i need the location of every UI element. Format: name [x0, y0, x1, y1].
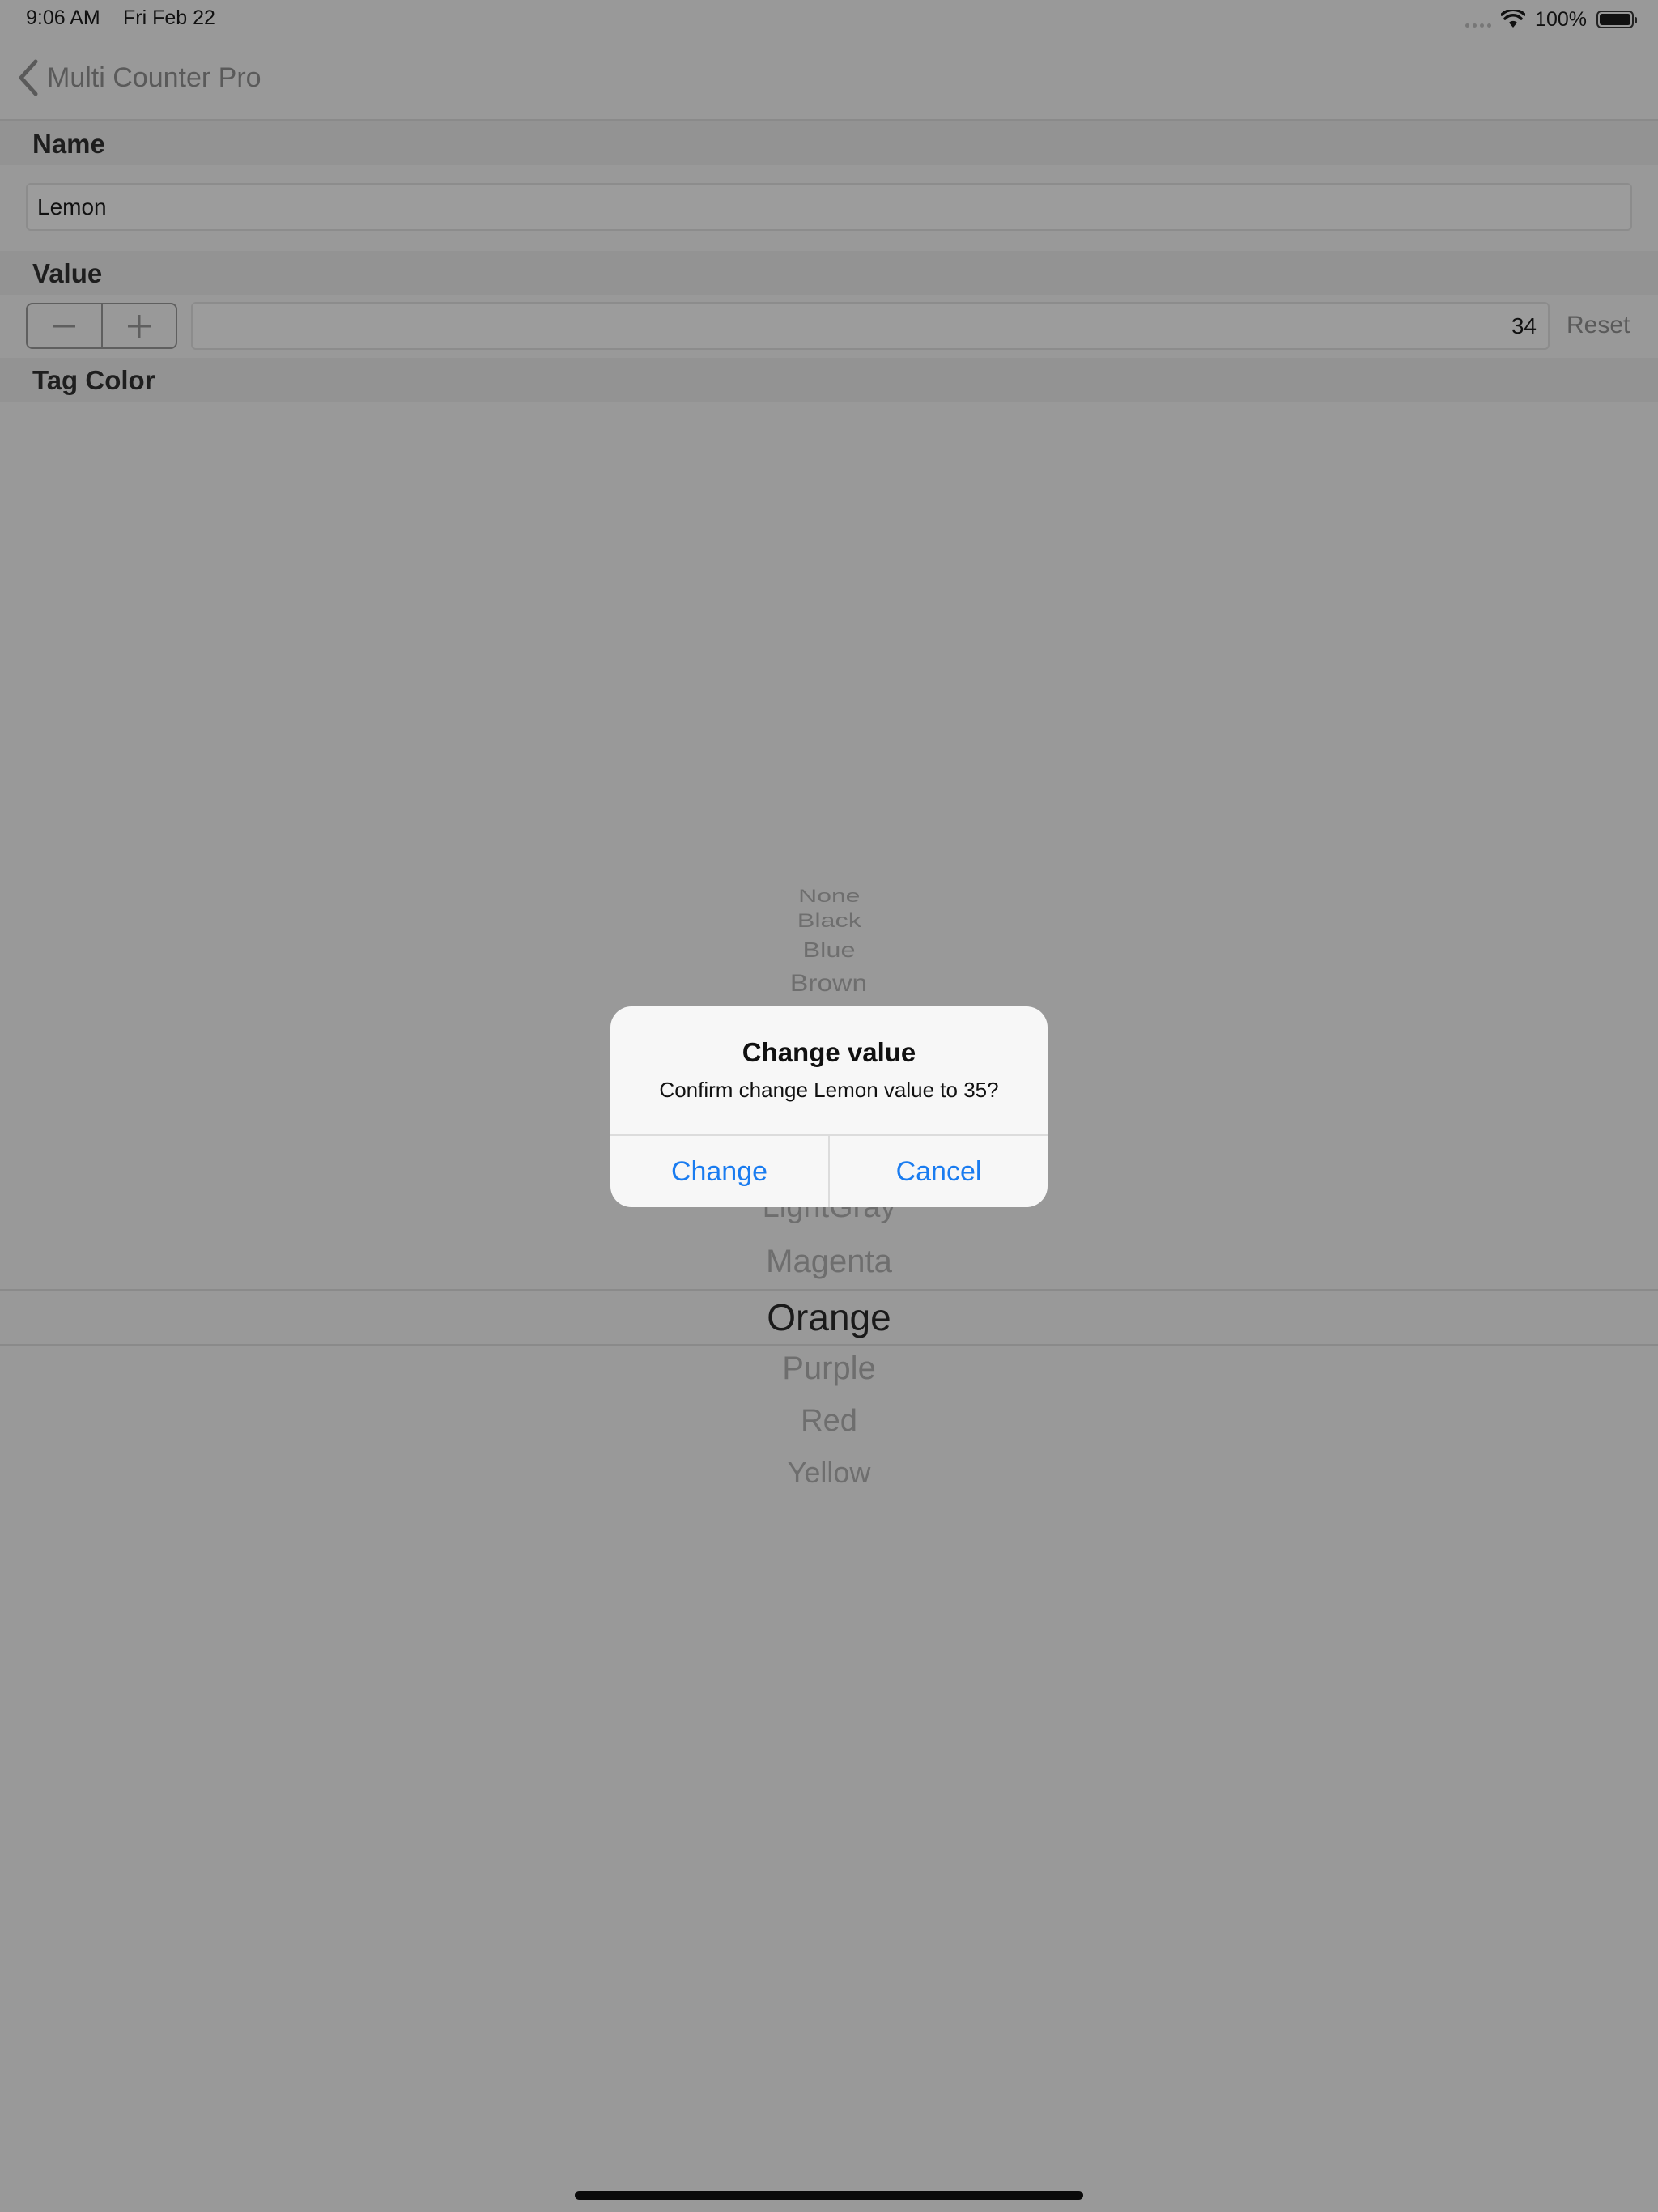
increment-button[interactable] [100, 304, 176, 347]
picker-item-red[interactable]: Red [0, 1404, 1658, 1439]
value-input[interactable]: 34 [191, 302, 1550, 350]
picker-item-blue[interactable]: Blue [0, 938, 1658, 963]
decrement-button[interactable] [28, 304, 101, 347]
cancel-button[interactable]: Cancel [830, 1136, 1048, 1207]
tag-color-section-label: Tag Color [32, 365, 155, 395]
status-indicators: 100% [1465, 5, 1637, 34]
minus-icon [53, 325, 76, 327]
picker-item-none[interactable]: None [0, 886, 1658, 907]
navigation-bar: Multi Counter Pro [0, 39, 1658, 121]
picker-item-orange[interactable]: Orange [0, 1295, 1658, 1339]
status-time: 9:06 AM [26, 6, 100, 29]
tag-color-section-header: Tag Color [0, 358, 1658, 402]
change-value-alert: Change value Confirm change Lemon value … [610, 1006, 1048, 1207]
plus-icon [127, 314, 151, 338]
picker-item-purple[interactable]: Purple [0, 1351, 1658, 1387]
signal-dots-icon [1465, 11, 1492, 28]
value-section-label: Value [32, 258, 103, 288]
back-button-label: Multi Counter Pro [47, 62, 261, 93]
name-section-label: Name [32, 129, 105, 159]
battery-percentage: 100% [1535, 7, 1587, 31]
change-button[interactable]: Change [610, 1136, 828, 1207]
picker-item-magenta[interactable]: Magenta [0, 1244, 1658, 1280]
battery-icon [1596, 11, 1637, 28]
wifi-icon [1501, 10, 1526, 28]
name-section-header: Name [0, 121, 1658, 165]
picker-selection-line [0, 1344, 1658, 1346]
alert-message: Confirm change Lemon value to 35? [659, 1078, 999, 1102]
status-bar: 9:06 AM Fri Feb 22 100% [0, 0, 1658, 39]
picker-item-yellow[interactable]: Yellow [0, 1456, 1658, 1490]
alert-title: Change value [742, 1037, 916, 1067]
name-input[interactable]: Lemon [26, 183, 1632, 231]
value-section-header: Value [0, 251, 1658, 295]
picker-item-brown[interactable]: Brown [0, 970, 1658, 998]
picker-selection-line [0, 1289, 1658, 1291]
home-indicator [575, 2191, 1083, 2200]
back-button[interactable]: Multi Counter Pro [16, 58, 261, 97]
value-stepper [26, 303, 177, 349]
chevron-left-icon [19, 59, 38, 96]
picker-item-black[interactable]: Black [0, 910, 1658, 933]
reset-button[interactable]: Reset [1567, 312, 1630, 339]
status-date: Fri Feb 22 [123, 6, 215, 29]
